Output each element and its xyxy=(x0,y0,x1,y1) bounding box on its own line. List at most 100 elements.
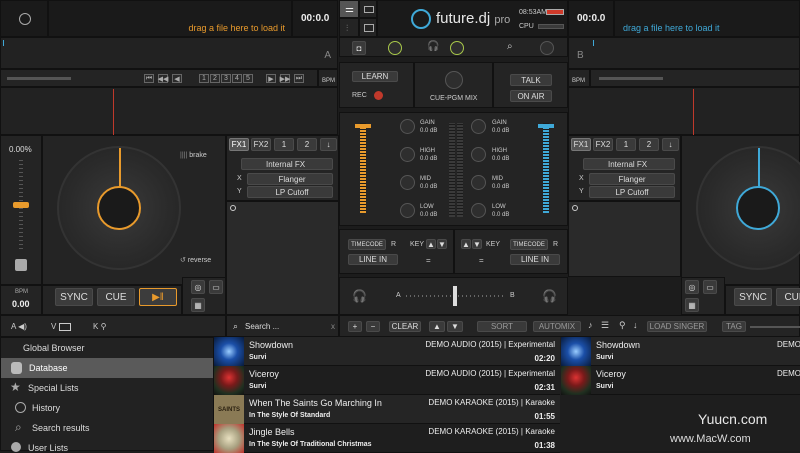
deck-a-video-button[interactable]: ▭ xyxy=(209,280,223,294)
cue-point-5[interactable]: 5 xyxy=(243,74,253,83)
sidebar-item-database[interactable]: Database xyxy=(1,358,213,378)
deck-a-fx-pad[interactable] xyxy=(226,201,339,315)
deck-b-video-button[interactable]: ▭ xyxy=(703,280,717,294)
track-row[interactable]: SAINTS When The Saints Go Marching In In… xyxy=(214,395,560,424)
crossfader-handle[interactable] xyxy=(453,286,457,306)
sidebar-item-special-lists[interactable]: ★ Special Lists xyxy=(1,378,213,398)
mixer-view-button[interactable]: ⚌ xyxy=(339,0,359,18)
move-up-button[interactable]: ▲ xyxy=(429,321,445,332)
learn-button[interactable]: LEARN xyxy=(352,71,398,82)
deck-b-timecode-button[interactable]: TIMECODE xyxy=(510,239,548,250)
video-view-button[interactable] xyxy=(359,0,377,18)
load-singer-button[interactable]: LOAD SINGER xyxy=(647,321,707,332)
cue-point-1[interactable]: 1 xyxy=(199,74,209,83)
headphones-cue-a-icon[interactable]: 🎧 xyxy=(352,289,367,303)
deck-a-pitch-handle[interactable] xyxy=(13,202,29,208)
search-input[interactable]: Search ... xyxy=(245,322,279,331)
deck-a-bpm-edit-button[interactable]: BPM xyxy=(318,69,338,87)
on-air-button[interactable]: ON AIR xyxy=(510,90,552,102)
clear-button[interactable]: CLEAR xyxy=(389,321,421,332)
deck-b-fx-slot-2[interactable]: 2 xyxy=(639,138,659,151)
track-row[interactable]: Viceroy Survi DEMO AUDIO (2015) | Experi… xyxy=(214,366,560,395)
sidebar-item-history[interactable]: History xyxy=(1,398,213,418)
download-icon[interactable]: ↓ xyxy=(633,320,638,330)
deck-b-waveform[interactable] xyxy=(568,87,800,135)
deck-b-pads-button[interactable]: ▦ xyxy=(685,298,699,312)
sidebar-item-search-results[interactable]: ⌕ Search results xyxy=(1,418,213,438)
deck-a-fx-select[interactable]: Internal FX xyxy=(241,158,333,170)
download-icon[interactable]: ↓ xyxy=(320,138,337,151)
download-icon[interactable]: ↓ xyxy=(662,138,679,151)
headphones-cue-b-icon[interactable]: 🎧 xyxy=(542,289,557,303)
deck-b-vinyl-button[interactable]: ◎ xyxy=(685,280,699,294)
fast-forward-icon[interactable]: ▶▶ xyxy=(280,74,290,83)
video-mode-button[interactable]: V xyxy=(51,322,71,331)
deck-a-low-knob[interactable] xyxy=(400,203,415,218)
search-clear-button[interactable]: x xyxy=(331,322,335,331)
sidebar-item-global-browser[interactable]: Global Browser xyxy=(1,338,213,358)
deck-a-track-info[interactable]: drag a file here to load it xyxy=(48,0,292,37)
music-note-icon[interactable]: ♪ xyxy=(588,320,593,330)
deck-b-line-in-button[interactable]: LINE IN xyxy=(510,254,560,265)
deck-a-x-fx-select[interactable]: Flanger xyxy=(247,173,333,185)
deck-b-x-fx-select[interactable]: Flanger xyxy=(589,173,675,185)
deck-a-reverse-label[interactable]: ↺ reverse xyxy=(180,256,211,264)
deck-b-key-up[interactable]: ▲ xyxy=(461,239,471,249)
deck-a-mini-slider[interactable] xyxy=(7,77,71,80)
deck-b-track-info[interactable]: drag a file here to load it xyxy=(614,0,800,37)
rewind-icon[interactable]: ◀◀ xyxy=(158,74,168,83)
deck-a-high-knob[interactable] xyxy=(400,147,415,162)
headphones-a-icon[interactable]: 🎧 xyxy=(427,41,439,52)
deck-a-key-reset[interactable]: = xyxy=(426,256,431,265)
sort-button[interactable]: SORT xyxy=(477,321,527,332)
add-button[interactable]: + xyxy=(348,321,362,332)
deck-b-low-knob[interactable] xyxy=(471,203,486,218)
list-icon[interactable]: ☰ xyxy=(601,320,609,331)
deck-b-fx2-tab[interactable]: FX2 xyxy=(593,138,613,151)
master-volume-knob[interactable] xyxy=(450,41,464,55)
deck-a-volume-knob[interactable] xyxy=(388,41,402,55)
mic-volume-knob[interactable] xyxy=(540,41,554,55)
deck-a-key-down[interactable]: ▼ xyxy=(437,239,447,249)
zoom-slider[interactable] xyxy=(750,326,800,328)
sidebar-item-user-lists[interactable]: User Lists xyxy=(1,438,213,452)
cue-point-2[interactable]: 2 xyxy=(210,74,220,83)
deck-b-key-reset[interactable]: = xyxy=(479,256,484,265)
deck-b-fx-select[interactable]: Internal FX xyxy=(583,158,675,170)
deck-a-cue-button[interactable]: CUE xyxy=(97,288,135,306)
gear-icon[interactable] xyxy=(19,13,31,25)
playlist-row[interactable]: Showdown Survi DEMO xyxy=(561,337,800,366)
deck-a-gain-knob[interactable] xyxy=(400,119,415,134)
deck-a-mid-knob[interactable] xyxy=(400,175,415,190)
audio-mode-button[interactable]: A ◀) xyxy=(11,322,27,331)
deck-b-fader-handle[interactable] xyxy=(538,124,554,128)
automix-button[interactable]: AUTOMIX xyxy=(533,321,581,332)
eq-view-button[interactable]: ⫶ xyxy=(339,18,359,37)
track-row[interactable]: Jingle Bells In The Style Of Traditional… xyxy=(214,424,560,453)
cue-point-4[interactable]: 4 xyxy=(232,74,242,83)
deck-a-overview-waveform[interactable]: A xyxy=(0,37,338,69)
back-icon[interactable]: ◀ xyxy=(172,74,182,83)
deck-b-fx-slot-1[interactable]: 1 xyxy=(616,138,636,151)
deck-a-timecode-button[interactable]: TIMECODE xyxy=(348,239,386,250)
deck-a-fx2-tab[interactable]: FX2 xyxy=(251,138,271,151)
microphone-icon[interactable]: ⚲ xyxy=(619,320,626,331)
deck-a-line-in-button[interactable]: LINE IN xyxy=(348,254,398,265)
speaker-a-icon[interactable]: ◘ xyxy=(352,41,366,55)
deck-a-y-fx-select[interactable]: LP Cutoff xyxy=(247,186,333,198)
deck-b-jog-wheel[interactable] xyxy=(696,146,800,270)
lock-icon[interactable] xyxy=(15,259,27,271)
deck-b-fx-pad[interactable] xyxy=(568,201,681,277)
sampler-view-button[interactable] xyxy=(359,18,377,37)
microphone-icon[interactable]: ⌕ xyxy=(507,41,513,52)
deck-b-gain-knob[interactable] xyxy=(471,119,486,134)
deck-a-key-up[interactable]: ▲ xyxy=(426,239,436,249)
cue-point-3[interactable]: 3 xyxy=(221,74,231,83)
deck-a-fx1-tab[interactable]: FX1 xyxy=(229,138,249,151)
deck-b-mid-knob[interactable] xyxy=(471,175,486,190)
deck-a-fx-slot-1[interactable]: 1 xyxy=(274,138,294,151)
track-row[interactable]: Showdown Survi DEMO AUDIO (2015) | Exper… xyxy=(214,337,560,366)
deck-b-key-down[interactable]: ▼ xyxy=(472,239,482,249)
deck-a-sync-button[interactable]: SYNC xyxy=(55,288,93,306)
deck-b-mini-slider[interactable] xyxy=(599,77,663,80)
